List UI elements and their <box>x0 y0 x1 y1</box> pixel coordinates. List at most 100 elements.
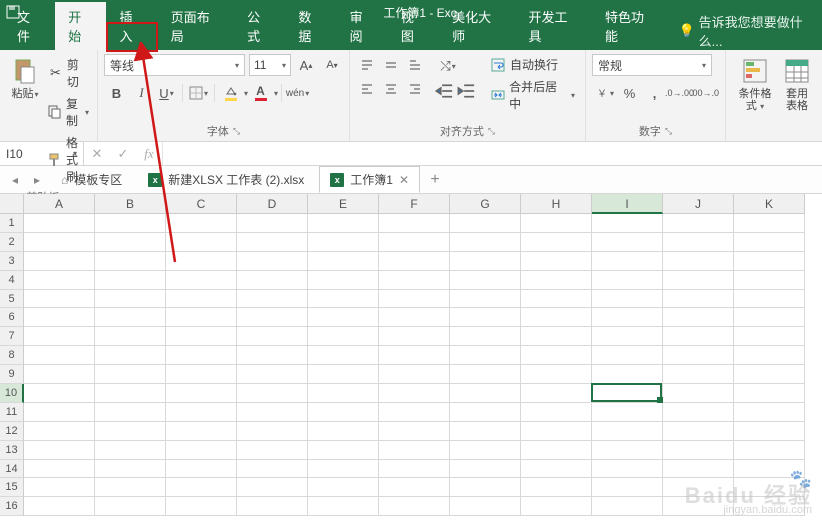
orientation-button[interactable]: ⤭▾ <box>434 55 462 77</box>
cell[interactable] <box>166 497 237 516</box>
cell[interactable] <box>166 403 237 422</box>
cell[interactable] <box>379 233 450 252</box>
cell[interactable] <box>663 271 734 290</box>
cell[interactable] <box>24 214 95 233</box>
cell[interactable] <box>166 346 237 365</box>
tab-nav-prev-icon[interactable]: ◂ <box>6 171 24 189</box>
row-header[interactable]: 12 <box>0 422 24 441</box>
cell[interactable] <box>734 290 805 309</box>
cell[interactable] <box>166 327 237 346</box>
cell[interactable] <box>308 365 379 384</box>
tab-home[interactable]: 开始 <box>55 2 106 50</box>
cell[interactable] <box>166 441 237 460</box>
column-header[interactable]: D <box>237 194 308 214</box>
cell[interactable] <box>24 346 95 365</box>
cell[interactable] <box>166 214 237 233</box>
cell[interactable] <box>592 327 663 346</box>
cell[interactable] <box>237 384 308 403</box>
cell[interactable] <box>379 214 450 233</box>
cell[interactable] <box>379 497 450 516</box>
cell[interactable] <box>308 327 379 346</box>
cell[interactable] <box>24 271 95 290</box>
cell[interactable] <box>237 214 308 233</box>
cell[interactable] <box>592 478 663 497</box>
tab-beautify[interactable]: 美化大师 <box>439 2 515 50</box>
spreadsheet-grid[interactable]: ABCDEFGHIJK 12345678910111213141516 <box>0 194 822 523</box>
cell[interactable] <box>592 441 663 460</box>
cell[interactable] <box>95 460 166 479</box>
cell[interactable] <box>592 308 663 327</box>
cell[interactable] <box>24 308 95 327</box>
cell[interactable] <box>450 214 521 233</box>
cell[interactable] <box>592 233 663 252</box>
font-launcher-icon[interactable]: ⤡ <box>233 126 240 137</box>
merge-center-button[interactable]: 合并后居中▾ <box>488 77 577 113</box>
cell[interactable] <box>24 497 95 516</box>
cell[interactable] <box>237 271 308 290</box>
cell[interactable] <box>95 422 166 441</box>
cell[interactable] <box>521 252 592 271</box>
font-name-combo[interactable]: 等线 ▾ <box>104 54 245 76</box>
cell[interactable] <box>734 308 805 327</box>
cell[interactable] <box>521 422 592 441</box>
cell[interactable] <box>237 346 308 365</box>
cell[interactable] <box>663 403 734 422</box>
cell[interactable] <box>450 308 521 327</box>
enter-formula-button[interactable]: ✓ <box>110 143 136 165</box>
cell[interactable] <box>166 271 237 290</box>
cell[interactable] <box>166 384 237 403</box>
cell[interactable] <box>95 214 166 233</box>
column-header[interactable]: H <box>521 194 592 214</box>
increase-font-button[interactable]: A▴ <box>295 54 317 76</box>
cell[interactable] <box>521 365 592 384</box>
cell[interactable] <box>308 497 379 516</box>
cell[interactable] <box>663 233 734 252</box>
align-center-button[interactable] <box>380 78 402 100</box>
cell[interactable] <box>592 346 663 365</box>
increase-indent-button[interactable] <box>456 80 478 102</box>
font-size-combo[interactable]: 11 ▾ <box>249 54 291 76</box>
cell[interactable] <box>592 384 663 403</box>
row-header[interactable]: 16 <box>0 497 24 516</box>
cell[interactable] <box>308 290 379 309</box>
tab-view[interactable]: 视图 <box>388 2 439 50</box>
cell[interactable] <box>734 460 805 479</box>
cell[interactable] <box>24 365 95 384</box>
cell[interactable] <box>450 403 521 422</box>
cell[interactable] <box>379 271 450 290</box>
align-right-button[interactable] <box>404 78 426 100</box>
cell[interactable] <box>734 384 805 403</box>
cell[interactable] <box>734 233 805 252</box>
row-header[interactable]: 14 <box>0 460 24 479</box>
cell[interactable] <box>24 290 95 309</box>
cell[interactable] <box>95 384 166 403</box>
cell[interactable] <box>95 346 166 365</box>
cell[interactable] <box>95 478 166 497</box>
cell[interactable] <box>521 290 592 309</box>
formula-input[interactable] <box>163 142 822 165</box>
conditional-formatting-button[interactable]: 条件格式 ▾ <box>732 54 778 115</box>
cell[interactable] <box>734 214 805 233</box>
cell[interactable] <box>450 422 521 441</box>
cell[interactable] <box>663 346 734 365</box>
cell[interactable] <box>237 460 308 479</box>
align-bottom-button[interactable] <box>404 54 426 76</box>
align-top-button[interactable] <box>356 54 378 76</box>
cell[interactable] <box>379 365 450 384</box>
cell[interactable] <box>663 384 734 403</box>
cell[interactable] <box>521 327 592 346</box>
cell[interactable] <box>450 441 521 460</box>
cell[interactable] <box>734 422 805 441</box>
tab-nav-next-icon[interactable]: ▸ <box>28 171 46 189</box>
cell[interactable] <box>379 441 450 460</box>
cell[interactable] <box>166 460 237 479</box>
cell[interactable] <box>734 478 805 497</box>
cell[interactable] <box>379 384 450 403</box>
cell[interactable] <box>521 460 592 479</box>
cell[interactable] <box>237 441 308 460</box>
cell[interactable] <box>95 271 166 290</box>
cell[interactable] <box>95 365 166 384</box>
tab-formulas[interactable]: 公式 <box>234 2 285 50</box>
borders-button[interactable]: ▾ <box>186 82 211 104</box>
cell[interactable] <box>521 233 592 252</box>
